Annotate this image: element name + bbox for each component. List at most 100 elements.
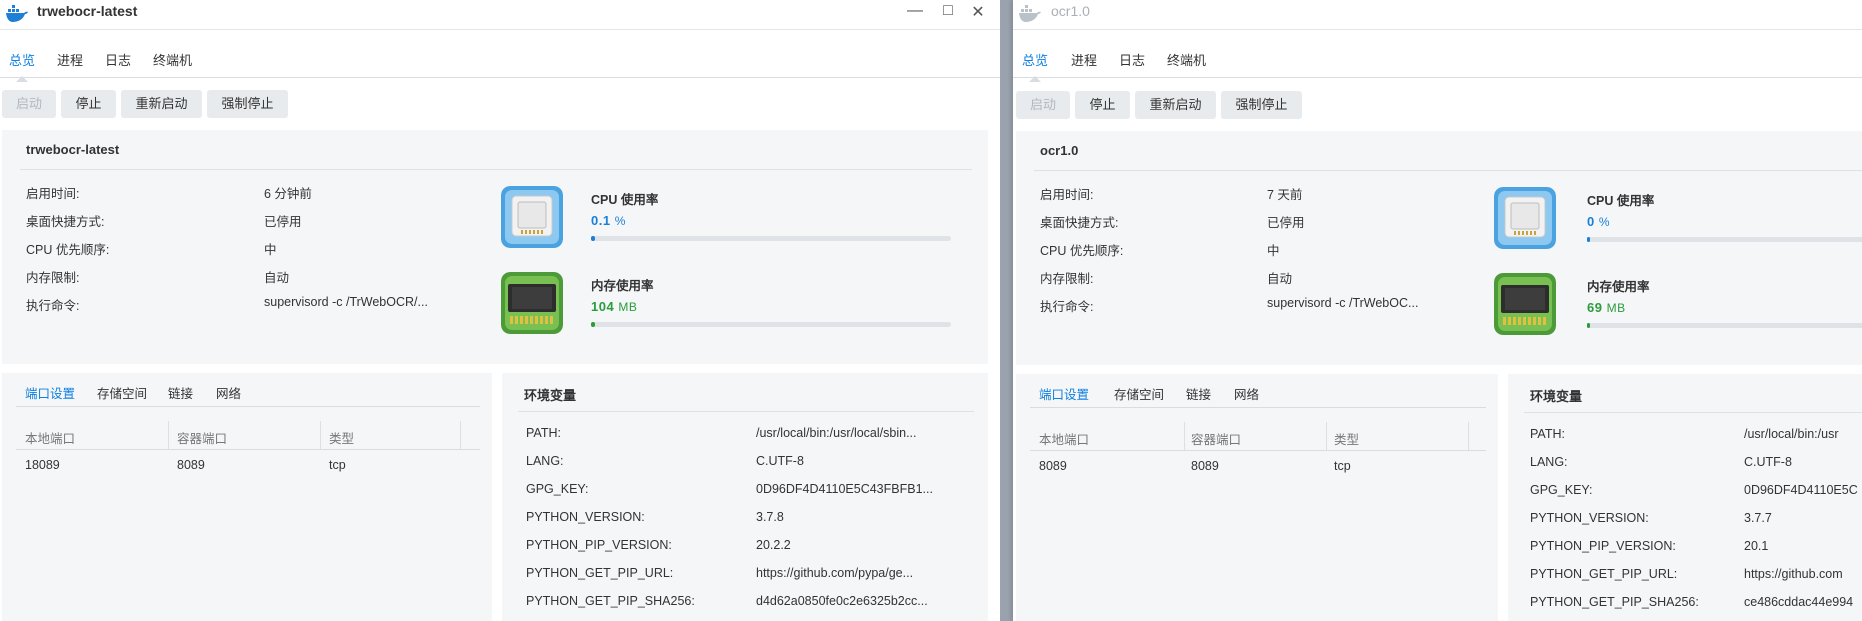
env-key: PYTHON_GET_PIP_URL: [526,566,674,580]
col-separator [460,421,461,449]
tab-processes[interactable]: 进程 [57,50,83,69]
command-value: supervisord -c /TrWebOC... [1267,296,1419,310]
stop-button[interactable]: 停止 [61,90,116,118]
col-separator [1326,422,1327,450]
main-tabs: 总览 进程 日志 终端机 [1013,44,1862,78]
memory-usage-bar [591,322,951,327]
subtab-links[interactable]: 链接 [168,383,193,402]
maximize-button[interactable]: □ [936,2,960,20]
col-separator [1468,422,1469,450]
type-cell: tcp [329,458,346,472]
subtab-network[interactable]: 网络 [1234,384,1259,403]
tab-processes[interactable]: 进程 [1071,50,1097,69]
env-key: PYTHON_GET_PIP_SHA256: [526,594,695,608]
memory-module-icon [1494,273,1556,335]
shortcut-label: 桌面快捷方式: [26,215,105,229]
title-bar[interactable]: trwebocr-latest — □ ✕ [0,0,1000,30]
memory-usage-bar-fill [1587,323,1590,328]
container-port-cell: 8089 [177,458,205,472]
overview-panel: trwebocr-latest 启用时间: 6 分钟前 桌面快捷方式: 已停用 … [2,130,988,364]
memory-limit-label: 内存限制: [1040,272,1094,286]
container-window-trwebocr: trwebocr-latest — □ ✕ 总览 进程 日志 终端机 启动 停止… [0,0,1000,621]
col-separator [168,421,169,449]
env-key: PATH: [526,426,561,440]
command-label: 执行命令: [1040,300,1094,314]
memory-usage-value: 69 MB [1587,300,1626,315]
force-stop-button[interactable]: 强制停止 [207,90,288,118]
env-key: PYTHON_GET_PIP_URL: [1530,567,1678,581]
memory-usage-bar-fill [591,322,595,327]
ports-panel: 端口设置 存储空间 链接 网络 本地端口 容器端口 类型 8089 8089 t… [1016,374,1498,621]
start-time-value: 6 分钟前 [264,187,312,201]
env-key: PYTHON_GET_PIP_SHA256: [1530,595,1699,609]
window-title: ocr1.0 [1051,3,1090,19]
subtab-storage[interactable]: 存储空间 [1114,384,1164,403]
cpu-usage-value: 0.1 % [591,213,626,228]
cpu-priority-label: CPU 优先顺序: [1040,244,1124,258]
col-header-type[interactable]: 类型 [329,428,354,447]
col-header-container-port[interactable]: 容器端口 [1191,429,1241,448]
cpu-usage-value: 0 % [1587,214,1610,229]
minimize-button[interactable]: — [903,2,927,20]
title-bar[interactable]: ocr1.0 [1013,0,1862,30]
force-stop-button[interactable]: 强制停止 [1221,91,1302,119]
col-header-container-port[interactable]: 容器端口 [177,428,227,447]
env-panel: 环境变量 PATH: /usr/local/bin:/usr/local/sbi… [502,373,988,621]
memory-usage-value: 104 MB [591,299,637,314]
close-button[interactable]: ✕ [966,2,990,22]
restart-button[interactable]: 重新启动 [1135,91,1216,119]
tab-logs[interactable]: 日志 [105,50,131,69]
subtab-port-settings[interactable]: 端口设置 [25,383,75,402]
tab-terminal[interactable]: 终端机 [1167,50,1206,69]
container-port-cell: 8089 [1191,459,1219,473]
cpu-usage-unit: % [1598,215,1611,229]
divider [1030,450,1486,451]
env-value: C.UTF-8 [756,454,804,468]
cpu-usage-bar [1587,237,1862,242]
tab-terminal[interactable]: 终端机 [153,50,192,69]
overview-panel: ocr1.0 启用时间: 7 天前 桌面快捷方式: 已停用 CPU 优先顺序: … [1016,131,1862,365]
start-time-value: 7 天前 [1267,188,1303,202]
tab-overview[interactable]: 总览 [1022,50,1048,69]
env-value: 3.7.7 [1744,511,1772,525]
divider [16,406,480,407]
stop-button[interactable]: 停止 [1075,91,1130,119]
subtab-port-settings[interactable]: 端口设置 [1039,384,1089,403]
command-label: 执行命令: [26,299,80,313]
tab-overview[interactable]: 总览 [9,50,35,69]
type-cell: tcp [1334,459,1351,473]
docker-whale-icon [6,5,28,22]
shortcut-label: 桌面快捷方式: [1040,216,1119,230]
restart-button[interactable]: 重新启动 [121,90,202,118]
env-value: C.UTF-8 [1744,455,1792,469]
env-value: d4d62a0850fe0c2e6325b2cc... [756,594,928,608]
main-tabs: 总览 进程 日志 终端机 [0,44,1000,78]
col-header-type[interactable]: 类型 [1334,429,1359,448]
env-value: 20.2.2 [756,538,791,552]
shortcut-value: 已停用 [264,215,302,229]
cpu-usage-bar-fill [1587,237,1590,242]
divider [518,411,974,412]
env-panel: 环境变量 PATH: /usr/local/bin:/usr LANG: C.U… [1508,374,1862,621]
env-value: https://github.com [1744,567,1843,581]
cpu-usage-number: 0 [1587,214,1595,229]
tab-logs[interactable]: 日志 [1119,50,1145,69]
env-key: PYTHON_PIP_VERSION: [526,538,672,552]
col-header-local-port[interactable]: 本地端口 [25,428,75,447]
divider [1524,412,1862,413]
memory-usage-number: 69 [1587,300,1603,315]
start-button[interactable]: 启动 [2,90,56,118]
subtab-network[interactable]: 网络 [216,383,241,402]
start-button[interactable]: 启动 [1016,91,1070,119]
col-header-local-port[interactable]: 本地端口 [1039,429,1089,448]
start-time-label: 启用时间: [26,187,80,201]
divider [20,169,972,170]
docker-whale-icon [1019,5,1041,22]
env-value: 0D96DF4D4110E5C [1744,483,1858,497]
env-title: 环境变量 [524,388,577,403]
env-key: PATH: [1530,427,1565,441]
subtab-links[interactable]: 链接 [1186,384,1211,403]
subtab-storage[interactable]: 存储空间 [97,383,147,402]
divider [1030,407,1486,408]
env-value: /usr/local/bin:/usr/local/sbin... [756,426,917,440]
